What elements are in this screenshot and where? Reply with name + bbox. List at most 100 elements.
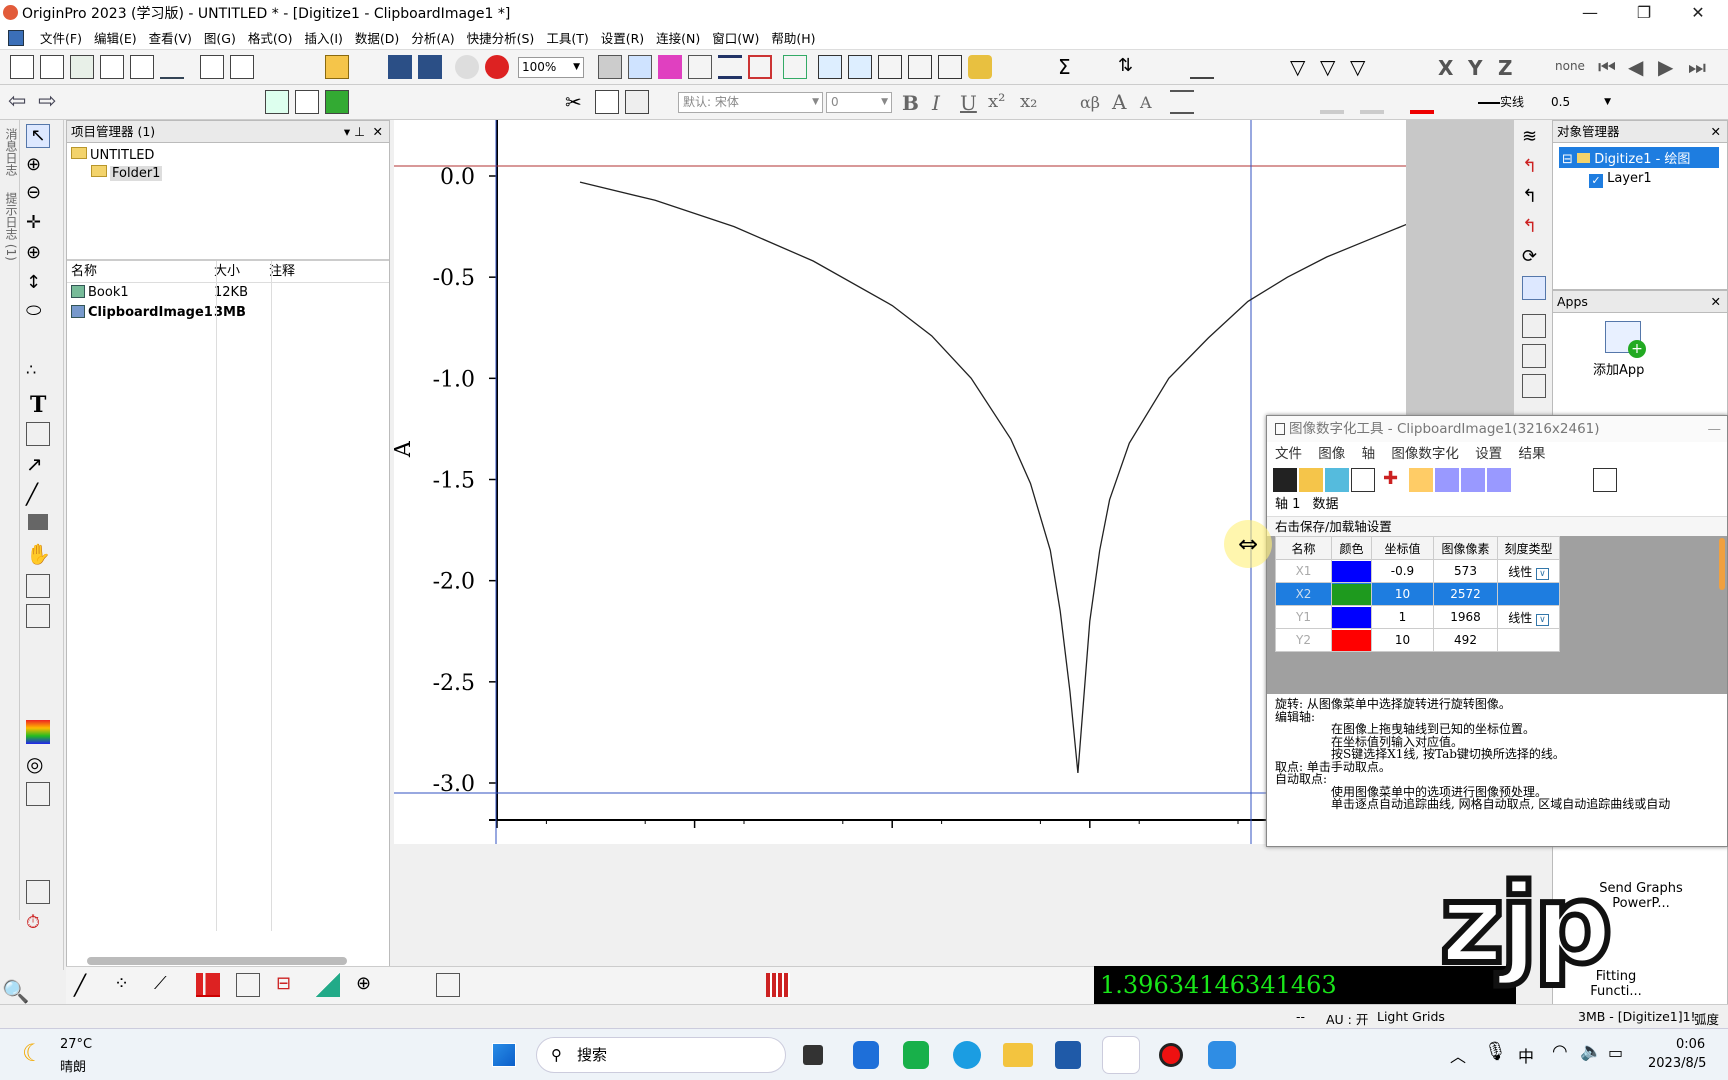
add-data-icon[interactable] — [265, 90, 289, 114]
zoom-in-tool-icon[interactable]: ⊕ — [26, 154, 50, 178]
arrange-icon[interactable] — [748, 55, 772, 79]
task-view-icon[interactable] — [803, 1045, 823, 1065]
function-plot-icon[interactable] — [160, 55, 184, 79]
snip-icon[interactable] — [1208, 1041, 1236, 1069]
pixel-cell[interactable]: 1968 — [1433, 605, 1498, 629]
worksheet-icon[interactable] — [878, 55, 902, 79]
wechat-icon[interactable] — [903, 1041, 929, 1069]
text-tool-icon[interactable]: T — [30, 392, 54, 418]
pixel-cell[interactable]: 573 — [1433, 559, 1498, 583]
wifi-icon[interactable]: ◠ — [1552, 1041, 1568, 1062]
data-selector-icon[interactable]: ↕ — [26, 272, 50, 296]
insert-graph-icon[interactable] — [26, 574, 50, 598]
filter2-icon[interactable]: ▽ — [1320, 55, 1344, 79]
graph-page[interactable]: 0.0-0.5-1.0-1.5-2.0-2.5-3.0-0.9-0.8-0.7-… — [394, 120, 1406, 844]
taskbar-search[interactable]: ⚲ 搜索 — [536, 1037, 786, 1073]
store-icon[interactable] — [1055, 1041, 1081, 1069]
italic-button[interactable]: I — [932, 91, 940, 115]
hint-log-tab[interactable]: 提示日志 (1) — [3, 192, 20, 261]
col-note[interactable]: 注释 — [265, 261, 295, 282]
value-cell[interactable]: 10 — [1371, 628, 1434, 652]
new-layout-icon[interactable] — [200, 55, 224, 79]
runner-icon[interactable] — [1522, 276, 1546, 300]
menu-insert[interactable]: 插入(I) — [298, 28, 348, 47]
menu-view[interactable]: 查看(V) — [143, 28, 198, 47]
refresh-icon[interactable]: ⟳ — [1522, 246, 1546, 270]
export-icon[interactable] — [1593, 468, 1617, 492]
zoom-out-tool-icon[interactable]: ⊖ — [26, 182, 50, 206]
insert-chart-icon[interactable] — [26, 604, 50, 628]
zoom-in-icon[interactable] — [818, 55, 842, 79]
dmenu-digitize[interactable]: 图像数字化 — [1391, 446, 1459, 462]
rotate-icon[interactable] — [1325, 468, 1349, 492]
vertical-scrollbar[interactable] — [1719, 538, 1725, 590]
region2-icon[interactable] — [1487, 468, 1511, 492]
weather-icon[interactable]: ☾ — [22, 1039, 44, 1067]
clock-time[interactable]: 0:06 — [1676, 1037, 1705, 1052]
none-label[interactable]: none — [1555, 59, 1585, 73]
value-cell[interactable]: -0.9 — [1371, 559, 1434, 583]
chart-svg[interactable]: 0.0-0.5-1.0-1.5-2.0-2.5-3.0-0.9-0.8-0.7-… — [394, 120, 1406, 844]
layout-2-icon[interactable] — [1522, 344, 1546, 368]
color-icon[interactable] — [658, 55, 682, 79]
menu-data[interactable]: 数据(D) — [349, 28, 405, 47]
status-au[interactable]: AU : 开 — [1326, 1009, 1368, 1028]
close-icon[interactable]: ✕ — [373, 121, 383, 143]
z-icon[interactable]: Z — [1498, 56, 1513, 80]
tab-data[interactable]: 数据 — [1313, 497, 1339, 512]
value-cell[interactable]: 10 — [1371, 582, 1434, 606]
filter3-icon[interactable]: ▽ — [1350, 55, 1374, 79]
script-icon[interactable] — [908, 55, 932, 79]
add-row-icon[interactable] — [325, 90, 349, 114]
scale-cell[interactable]: 线性 ∨ — [1497, 559, 1560, 583]
trace-icon[interactable] — [1409, 468, 1433, 492]
line-style-select[interactable]: 实线 — [1478, 92, 1540, 113]
y-icon[interactable]: Y — [1468, 56, 1482, 80]
pattern-icon[interactable] — [1360, 90, 1384, 114]
region-icon[interactable] — [1461, 468, 1485, 492]
arrow-tool-icon[interactable]: ↗ — [26, 452, 50, 476]
last-icon[interactable]: ⏭ — [1688, 55, 1706, 79]
dmenu-file[interactable]: 文件 — [1275, 446, 1302, 462]
menu-edit[interactable]: 编辑(E) — [88, 28, 143, 47]
new-graph-icon[interactable] — [100, 55, 124, 79]
col-name[interactable]: 名称 — [67, 261, 210, 282]
table-row[interactable]: Y1 1 1968 线性 ∨ — [1275, 605, 1560, 629]
menu-file[interactable]: 文件(F) — [34, 28, 88, 47]
scale-cell[interactable]: 线性 ∨ — [1497, 605, 1560, 629]
prev-icon[interactable]: ◀ — [1628, 55, 1643, 79]
origin-taskbar-icon[interactable] — [1103, 1037, 1139, 1073]
copy-icon[interactable] — [595, 90, 619, 114]
zoom-region-icon[interactable] — [848, 55, 872, 79]
underline-button[interactable]: U — [960, 91, 977, 115]
object-tree-root[interactable]: ⊟ Digitize1 - 绘图 — [1559, 147, 1719, 168]
print-icon[interactable] — [598, 55, 622, 79]
layout-3-icon[interactable] — [1522, 374, 1546, 398]
bar-chart-icon[interactable] — [1190, 55, 1214, 79]
close-icon[interactable]: ✕ — [1711, 121, 1721, 143]
expand-icon[interactable]: ⊟ — [1562, 152, 1573, 167]
menu-settings[interactable]: 设置(R) — [595, 28, 650, 47]
statistics-icon[interactable] — [236, 973, 260, 997]
table-row[interactable]: X1 -0.9 573 线性 ∨ — [1275, 559, 1560, 583]
color-cell[interactable] — [1331, 628, 1372, 652]
dmenu-axis[interactable]: 轴 — [1362, 446, 1376, 462]
boxplot-icon[interactable]: ⊟ — [276, 973, 300, 997]
add-column-icon[interactable] — [295, 90, 319, 114]
horizontal-scrollbar[interactable] — [87, 957, 347, 965]
new-workbook-icon[interactable] — [70, 55, 94, 79]
mask-icon[interactable]: ⬭ — [26, 300, 50, 324]
status-grids[interactable]: Light Grids — [1377, 1009, 1445, 1024]
undo-icon[interactable]: ⇦ — [8, 89, 26, 114]
explorer-icon[interactable] — [1003, 1043, 1033, 1067]
edge-icon[interactable] — [953, 1041, 981, 1069]
move-icon[interactable] — [1351, 468, 1375, 492]
layer-icon[interactable] — [718, 55, 742, 79]
close-icon[interactable]: ✕ — [1711, 291, 1721, 313]
color-cell[interactable] — [1331, 605, 1372, 629]
chevron-down-icon[interactable]: ∨ — [1536, 613, 1549, 626]
app-c-icon[interactable] — [853, 1041, 879, 1069]
tree-folder[interactable]: Folder1 — [91, 165, 389, 181]
new-project-icon[interactable] — [10, 55, 34, 79]
menu-quick-analysis[interactable]: 快捷分析(S) — [461, 28, 541, 47]
